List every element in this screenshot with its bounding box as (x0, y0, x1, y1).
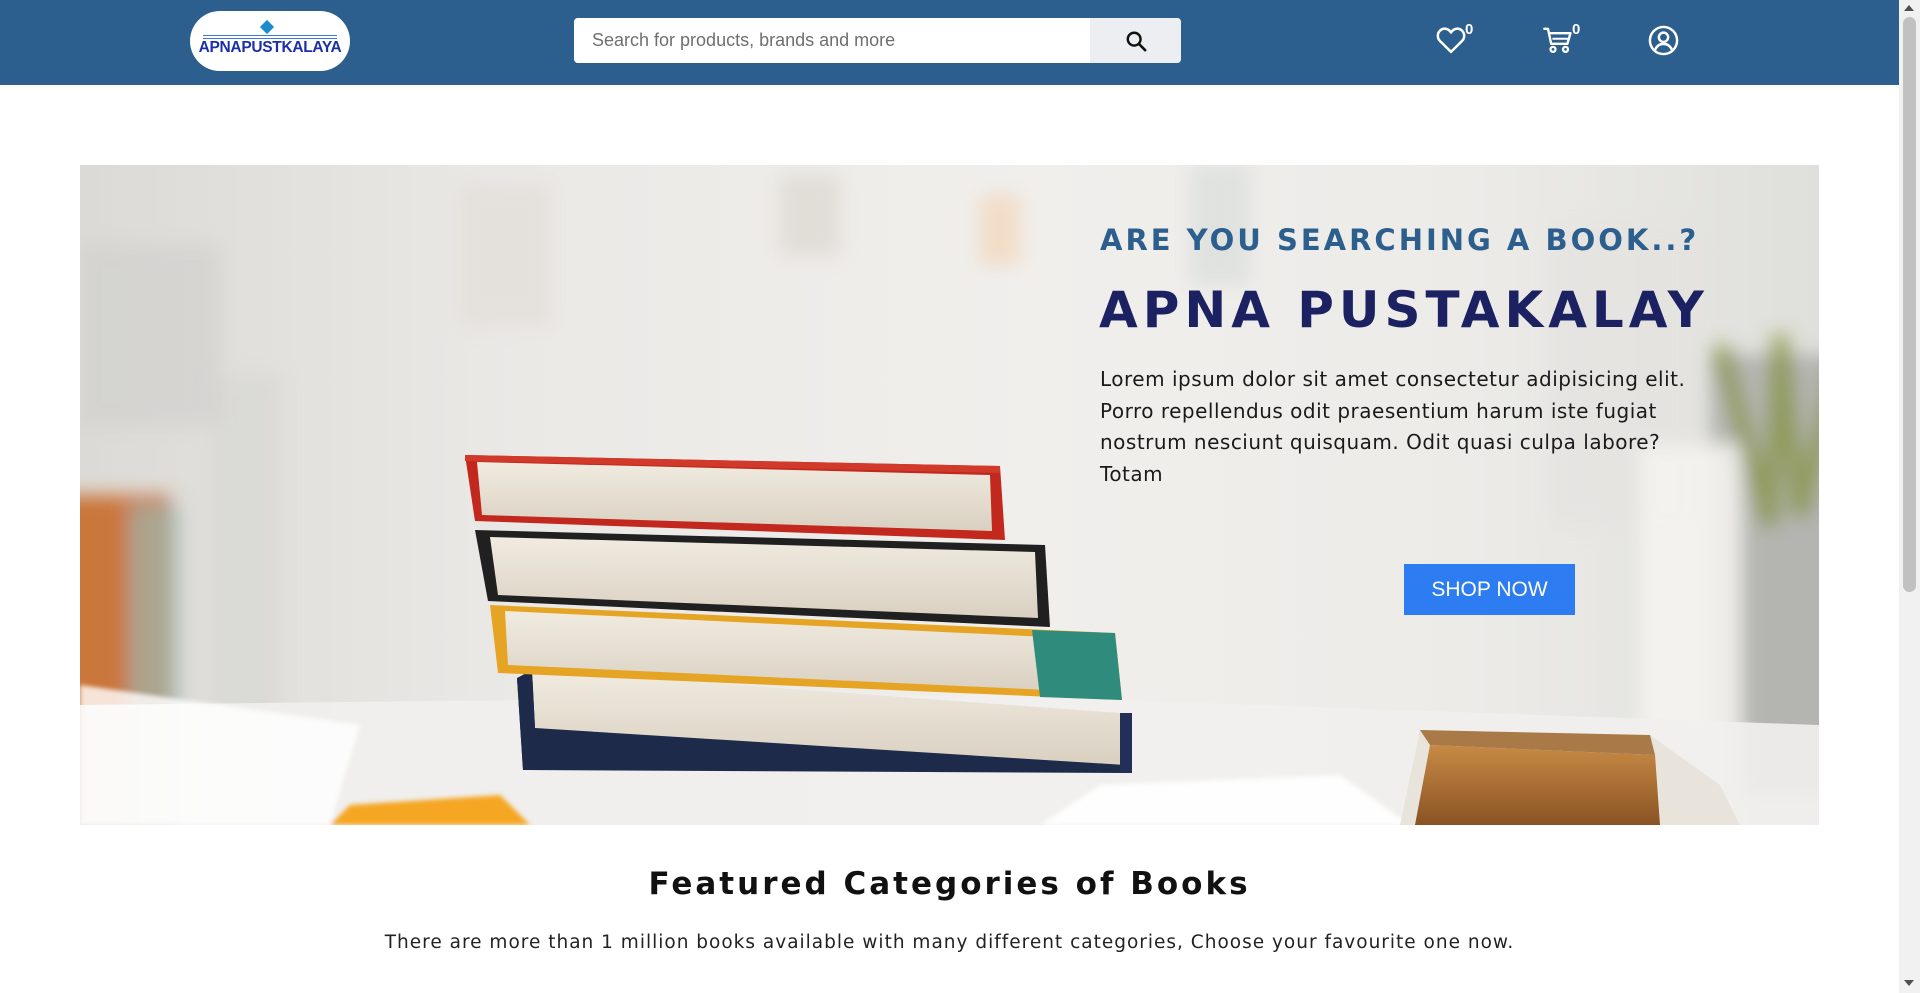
logo-diamond-icon (259, 19, 275, 35)
scroll-up-arrow-icon[interactable] (1904, 5, 1914, 11)
logo-text: APNAPUSTKALAYA (198, 39, 342, 56)
scroll-down-arrow-icon[interactable] (1904, 980, 1914, 986)
wishlist-button[interactable]: 0 (1435, 21, 1473, 56)
page-scrollbar[interactable] (1899, 0, 1920, 993)
user-icon (1648, 25, 1678, 55)
scrollbar-thumb[interactable] (1903, 17, 1916, 592)
cart-count-badge: 0 (1572, 21, 1581, 38)
hero-books-image (80, 165, 1819, 825)
search-button[interactable] (1090, 18, 1181, 63)
featured-categories-description: There are more than 1 million books avai… (384, 932, 1515, 953)
search-bar (574, 18, 1181, 63)
featured-categories-title: Featured Categories of Books (648, 866, 1251, 902)
hero-banner: ARE YOU SEARCHING A BOOK..? APNA PUSTAKA… (80, 165, 1819, 825)
cart-button[interactable]: 0 (1542, 21, 1580, 56)
search-icon (1126, 31, 1146, 51)
account-button[interactable] (1647, 24, 1679, 56)
site-logo[interactable]: APNAPUSTKALAYA (190, 11, 350, 71)
hero-subtitle: ARE YOU SEARCHING A BOOK..? (1100, 223, 1700, 257)
hero-title: APNA PUSTAKALAY (1099, 281, 1709, 339)
heart-icon (1436, 27, 1466, 54)
wishlist-count-badge: 0 (1465, 21, 1474, 38)
search-input[interactable] (574, 18, 1090, 63)
book-stack (465, 455, 1132, 773)
top-header: APNAPUSTKALAYA 0 0 (0, 0, 1899, 85)
cart-icon (1543, 27, 1572, 53)
shop-now-button[interactable]: SHOP NOW (1404, 564, 1575, 615)
logo-line (203, 35, 337, 36)
hero-description: Lorem ipsum dolor sit amet consectetur a… (1100, 367, 1686, 486)
logo-mark: APNAPUSTKALAYA (195, 19, 345, 63)
